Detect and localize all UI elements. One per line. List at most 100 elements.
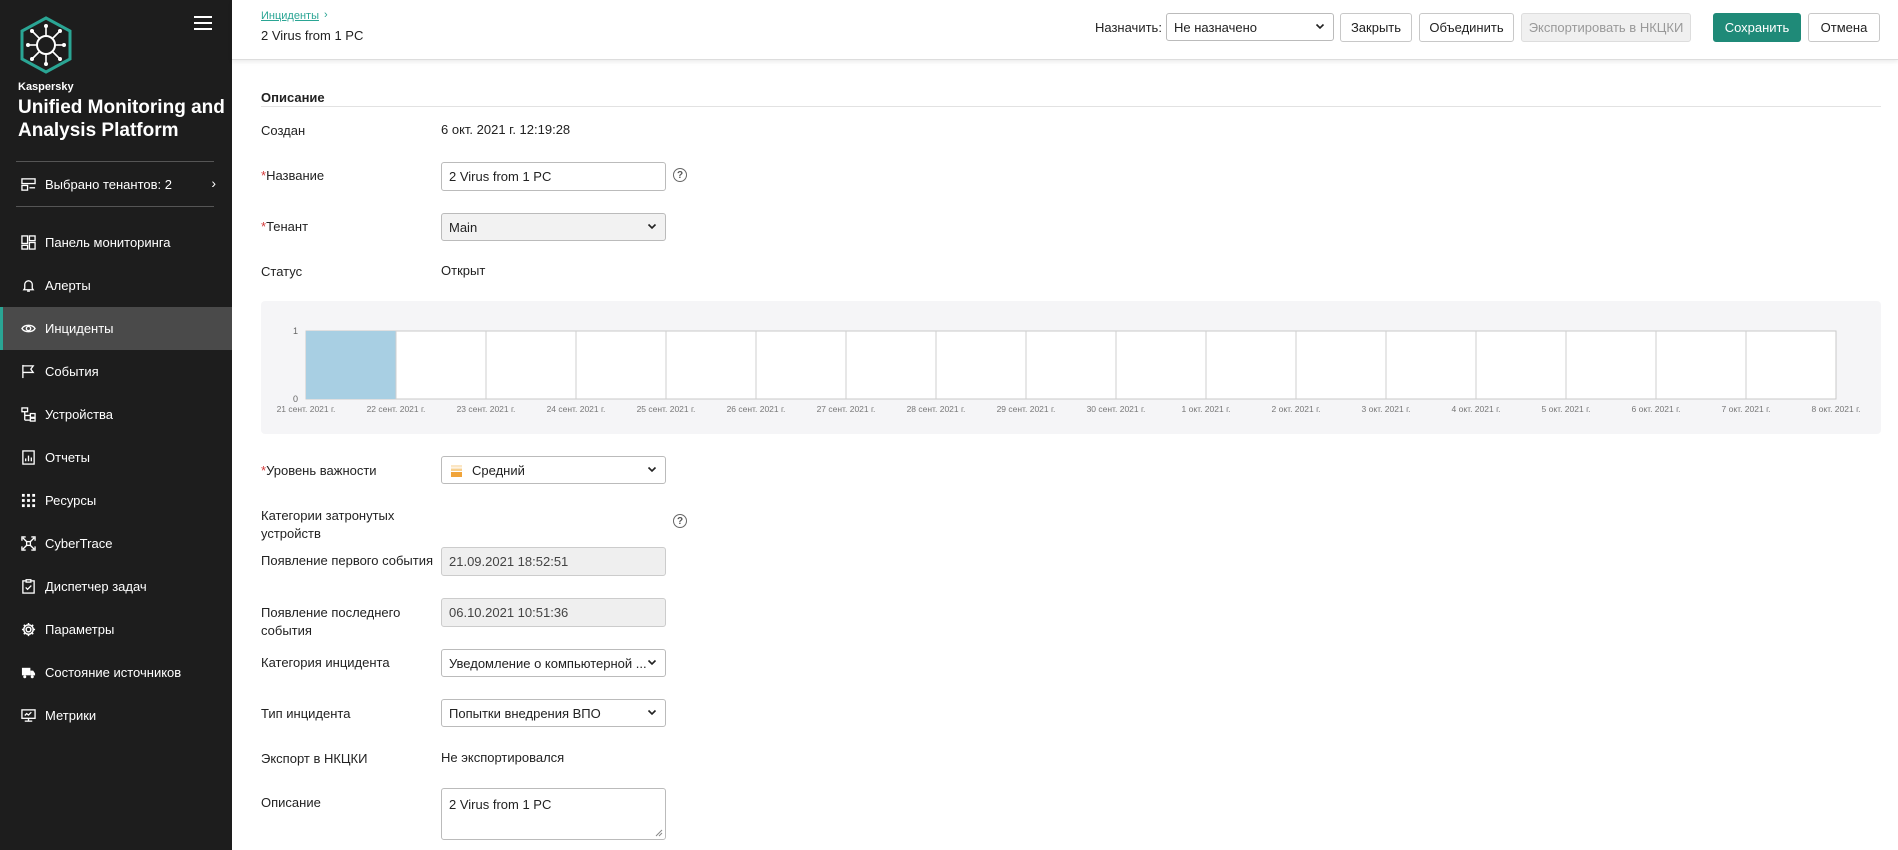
name-label: *Название xyxy=(261,168,325,183)
x-tick-label: 2 окт. 2021 г. xyxy=(1272,404,1321,414)
sidebar-item-source-status[interactable]: Состояние источников xyxy=(0,651,232,694)
kaspersky-logo-icon xyxy=(20,16,72,74)
name-input[interactable]: 2 Virus from 1 PC xyxy=(441,162,666,191)
sidebar-item-label: Панель мониторинга xyxy=(45,235,171,250)
sidebar-item-label: Ресурсы xyxy=(45,493,97,508)
sidebar-item-label: Метрики xyxy=(45,708,97,723)
incident-form: Описание Создан 6 окт. 2021 г. 12:19:28 … xyxy=(232,60,1898,850)
sidebar-item-alerts[interactable]: Алерты xyxy=(0,264,232,307)
sidebar: Kaspersky Unified Monitoring and Analysi… xyxy=(0,0,232,850)
sidebar-item-label: Состояние источников xyxy=(45,665,182,680)
gear-icon xyxy=(20,622,36,638)
export-nkcki-button[interactable]: Экспортировать в НКЦКИ xyxy=(1521,13,1691,42)
brand-title: Unified Monitoring and Analysis Platform xyxy=(18,97,225,141)
truck-icon xyxy=(20,665,36,681)
incident-category-value: Уведомление о компьютерной ... xyxy=(449,655,647,671)
chart-svg: 0 1 21 сент. 2021 г. 22 сент. 2021 г. 23 сен… xyxy=(277,326,1861,414)
sidebar-item-resources[interactable]: Ресурсы xyxy=(0,479,232,522)
sidebar-item-task-manager[interactable]: Диспетчер задач xyxy=(0,565,232,608)
resize-handle-icon[interactable] xyxy=(655,829,663,837)
description-textarea[interactable]: 2 Virus from 1 PC xyxy=(441,788,666,840)
sidebar-item-reports[interactable]: Отчеты xyxy=(0,436,232,479)
assign-label: Назначить: xyxy=(1095,20,1162,35)
chevron-down-icon xyxy=(647,659,657,666)
eye-icon xyxy=(20,321,36,337)
event-timeline-chart: 0 1 21 сент. 2021 г. 22 сент. 2021 г. 23 сен… xyxy=(261,301,1881,434)
created-label: Создан xyxy=(261,123,306,138)
sidebar-item-settings[interactable]: Параметры xyxy=(0,608,232,651)
created-value: 6 окт. 2021 г. 12:19:28 xyxy=(441,122,571,137)
sidebar-item-label: Отчеты xyxy=(45,450,90,465)
merge-button[interactable]: Объединить xyxy=(1419,13,1514,42)
x-tick-label: 24 сент. 2021 г. xyxy=(547,404,606,414)
x-tick-label: 27 сент. 2021 г. xyxy=(817,404,876,414)
x-tick-label: 21 сент. 2021 г. xyxy=(277,404,336,414)
sidebar-item-dashboard[interactable]: Панель мониторинга xyxy=(0,221,232,264)
sidebar-item-events[interactable]: События xyxy=(0,350,232,393)
x-tick-label: 8 окт. 2021 г. xyxy=(1812,404,1861,414)
breadcrumb-incidents[interactable]: Инциденты xyxy=(261,10,319,22)
x-tick-label: 6 окт. 2021 г. xyxy=(1632,404,1681,414)
dashboard-icon xyxy=(20,235,36,251)
plot-area xyxy=(305,330,1837,400)
sidebar-divider xyxy=(16,206,214,207)
x-tick-label: 22 сент. 2021 г. xyxy=(367,404,426,414)
help-icon[interactable]: ? xyxy=(673,514,687,528)
x-tick-label: 5 окт. 2021 г. xyxy=(1542,404,1591,414)
tenant-select-value: Main xyxy=(449,219,478,235)
chevron-right-icon: › xyxy=(324,9,328,21)
incident-type-select[interactable]: Попытки внедрения ВПО xyxy=(441,699,666,727)
incident-category-label: Категория инцидента xyxy=(261,655,390,670)
x-tick-label: 28 сент. 2021 г. xyxy=(907,404,966,414)
page-header: Инциденты › 2 Virus from 1 PC Назначить:… xyxy=(232,0,1898,60)
close-button[interactable]: Закрыть xyxy=(1340,13,1412,42)
last-event-field: 06.10.2021 10:51:36 xyxy=(441,598,666,627)
clipboard-icon xyxy=(20,579,36,595)
sidebar-item-incidents[interactable]: Инциденты xyxy=(0,307,232,350)
severity-label: *Уровень важности xyxy=(261,463,377,478)
tenant-select[interactable]: Main xyxy=(441,213,666,241)
sidebar-item-label: Диспетчер задач xyxy=(45,579,147,594)
assign-select[interactable]: Не назначено xyxy=(1166,13,1334,41)
tenant-selector[interactable]: Выбрано тенантов: 2 › xyxy=(0,172,232,196)
sidebar-nav: Панель мониторинга Алерты Инциденты Собы… xyxy=(0,221,232,737)
export-value: Не экспортировался xyxy=(441,750,565,765)
x-tick-label: 7 окт. 2021 г. xyxy=(1722,404,1771,414)
incident-type-value: Попытки внедрения ВПО xyxy=(449,705,601,721)
monitor-icon xyxy=(20,708,36,724)
description-text: 2 Virus from 1 PC xyxy=(449,797,552,812)
section-title: Описание xyxy=(261,90,325,105)
description-label: Описание xyxy=(261,795,321,810)
severity-label-text: Уровень важности xyxy=(266,463,377,478)
status-label: Статус xyxy=(261,264,303,279)
cancel-button[interactable]: Отмена xyxy=(1808,13,1880,42)
first-event-field: 21.09.2021 18:52:51 xyxy=(441,547,666,576)
sidebar-item-label: Инциденты xyxy=(45,321,114,336)
tenant-selector-label: Выбрано тенантов: 2 xyxy=(45,176,172,192)
menu-toggle-icon[interactable] xyxy=(194,16,212,30)
sidebar-item-label: События xyxy=(45,364,99,379)
sidebar-item-cybertrace[interactable]: CyberTrace xyxy=(0,522,232,565)
section-divider xyxy=(261,106,1881,107)
tenant-label: *Тенант xyxy=(261,219,309,234)
incident-type-label: Тип инцидента xyxy=(261,706,351,721)
chart-bar xyxy=(306,331,396,399)
last-event-label: Появление последнего события xyxy=(261,605,401,638)
severity-select-value: Средний xyxy=(472,462,525,478)
sidebar-item-label: Алерты xyxy=(45,278,91,293)
sidebar-item-metrics[interactable]: Метрики xyxy=(0,694,232,737)
cybertrace-icon xyxy=(20,536,36,552)
report-icon xyxy=(20,450,36,466)
severity-medium-icon xyxy=(451,465,462,477)
sidebar-item-label: CyberTrace xyxy=(45,536,113,551)
severity-select[interactable]: Средний xyxy=(441,456,666,484)
assign-select-value: Не назначено xyxy=(1174,19,1257,35)
sidebar-item-devices[interactable]: Устройства xyxy=(0,393,232,436)
brand-small: Kaspersky xyxy=(18,81,74,93)
save-button[interactable]: Сохранить xyxy=(1713,13,1801,42)
help-icon[interactable]: ? xyxy=(673,168,687,182)
sidebar-item-label: Устройства xyxy=(45,407,114,422)
incident-category-select[interactable]: Уведомление о компьютерной ... xyxy=(441,649,666,677)
y-tick-label: 0 xyxy=(293,394,298,404)
chevron-down-icon xyxy=(647,223,657,230)
